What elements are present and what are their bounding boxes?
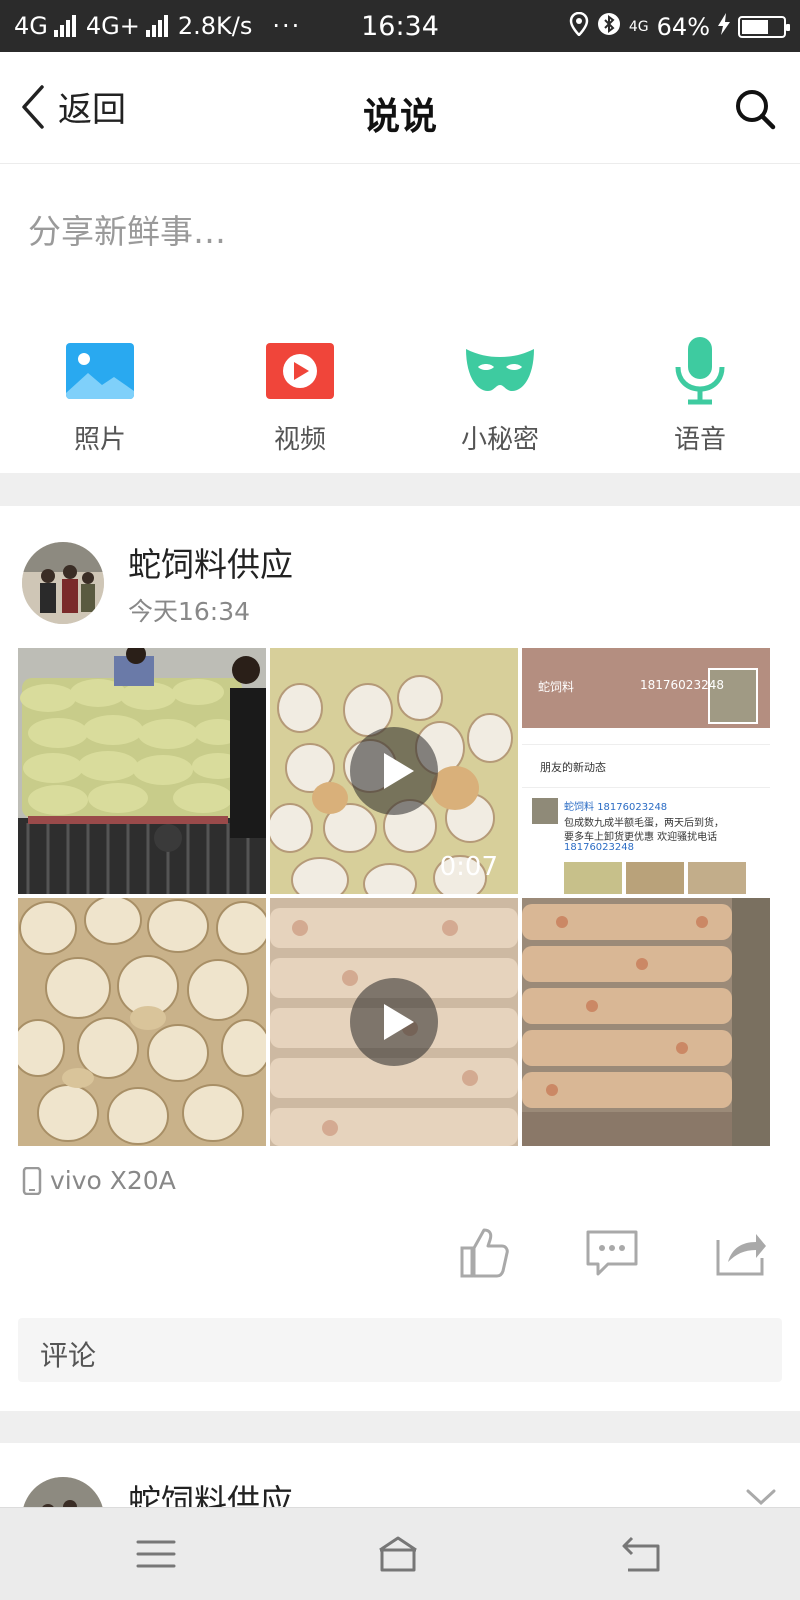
screenshot-feed-title: 朋友的新动态	[540, 761, 606, 774]
top-nav-bar: 返回 说说	[0, 52, 800, 164]
video-label: 视频	[273, 425, 326, 455]
chevron-down-icon[interactable]	[746, 1487, 776, 1507]
secret-label: 小秘密	[460, 425, 539, 455]
media-photo[interactable]	[18, 648, 266, 894]
compose-actions: 照片 视频 小秘密 语音	[0, 335, 800, 465]
play-icon[interactable]	[350, 978, 438, 1066]
screenshot-phone: 18176023248	[640, 678, 724, 692]
back-nav-icon[interactable]	[620, 1534, 664, 1574]
post-author[interactable]: 蛇饲料供应	[128, 538, 293, 586]
screenshot-name-2: 蛇饲料 18176023248	[564, 802, 668, 813]
voice-action[interactable]: 语音	[600, 335, 800, 456]
photo-label: 照片	[73, 425, 126, 455]
screenshot-thumb-1	[564, 862, 622, 894]
avatar[interactable]	[22, 542, 104, 624]
home-icon[interactable]	[376, 1534, 420, 1574]
post-card: 蛇饲料供应	[0, 1443, 800, 1507]
charging-icon	[718, 13, 730, 41]
phone-icon	[22, 1166, 42, 1195]
screenshot-body-2: 要多车上卸货更优惠 欢迎骚扰电话	[564, 832, 718, 843]
network-type-label: 4G	[628, 19, 649, 35]
share-icon[interactable]	[712, 1224, 768, 1280]
avatar[interactable]	[22, 1477, 104, 1507]
device-name: vivo X20A	[50, 1166, 176, 1195]
media-grid: 0:07 蛇饲料 18176023248 朋友的新动态 蛇饲料 18176023…	[18, 648, 784, 1148]
search-icon[interactable]	[732, 86, 778, 132]
location-icon	[569, 11, 589, 42]
media-photo[interactable]	[522, 898, 770, 1146]
post-card: 蛇饲料供应 今天16:34 0:07 蛇饲料 18176023248 朋友的新动…	[0, 506, 800, 1411]
screenshot-name: 蛇饲料	[538, 680, 575, 694]
media-screenshot[interactable]: 蛇饲料 18176023248 朋友的新动态 蛇饲料 18176023248 包…	[522, 648, 770, 894]
bluetooth-icon	[597, 12, 621, 42]
status-right: 4G 64%	[569, 11, 790, 42]
media-video[interactable]	[270, 898, 518, 1146]
photo-icon	[66, 343, 134, 399]
video-duration: 0:07	[439, 852, 498, 882]
post-time: 今天16:34	[128, 597, 251, 626]
microphone-icon	[675, 337, 725, 405]
photo-action[interactable]: 照片	[0, 335, 200, 456]
battery-icon	[738, 16, 790, 38]
page-title: 说说	[363, 95, 437, 138]
comment-input[interactable]: 评论	[18, 1318, 782, 1382]
section-divider	[0, 1411, 800, 1443]
compose-input[interactable]: 分享新鲜事…	[28, 205, 226, 253]
system-nav-bar	[0, 1507, 800, 1600]
compose-panel: 分享新鲜事… 照片 视频 小秘密 语音	[0, 165, 800, 473]
screenshot-body-1: 包成数九成半额毛蛋，两天后到货，	[564, 818, 724, 829]
device-info: vivo X20A	[22, 1166, 176, 1195]
screenshot-small-avatar	[532, 798, 558, 824]
mask-icon	[466, 349, 534, 391]
voice-label: 语音	[673, 425, 726, 455]
screenshot-avatar	[708, 668, 758, 724]
status-bar: 4G 4G+ 2.8K/s ··· 16:34 4G 64%	[0, 0, 800, 52]
menu-icon[interactable]	[134, 1534, 178, 1574]
media-video[interactable]: 0:07	[270, 648, 518, 894]
secret-action[interactable]: 小秘密	[400, 335, 600, 456]
screenshot-thumb-3	[688, 862, 746, 894]
battery-percent: 64%	[656, 13, 710, 41]
screenshot-thumb-2	[626, 862, 684, 894]
section-divider	[0, 473, 800, 506]
media-photo[interactable]	[18, 898, 266, 1146]
play-icon[interactable]	[350, 727, 438, 815]
like-icon[interactable]	[456, 1224, 512, 1280]
screenshot-body-3: 18176023248	[564, 842, 634, 853]
video-action[interactable]: 视频	[200, 335, 400, 456]
video-icon	[266, 343, 334, 399]
post-actions	[0, 1224, 800, 1284]
screenshot-feed-row: 朋友的新动态	[522, 744, 770, 788]
comment-icon[interactable]	[584, 1224, 640, 1280]
post-author[interactable]: 蛇饲料供应	[128, 1475, 293, 1507]
